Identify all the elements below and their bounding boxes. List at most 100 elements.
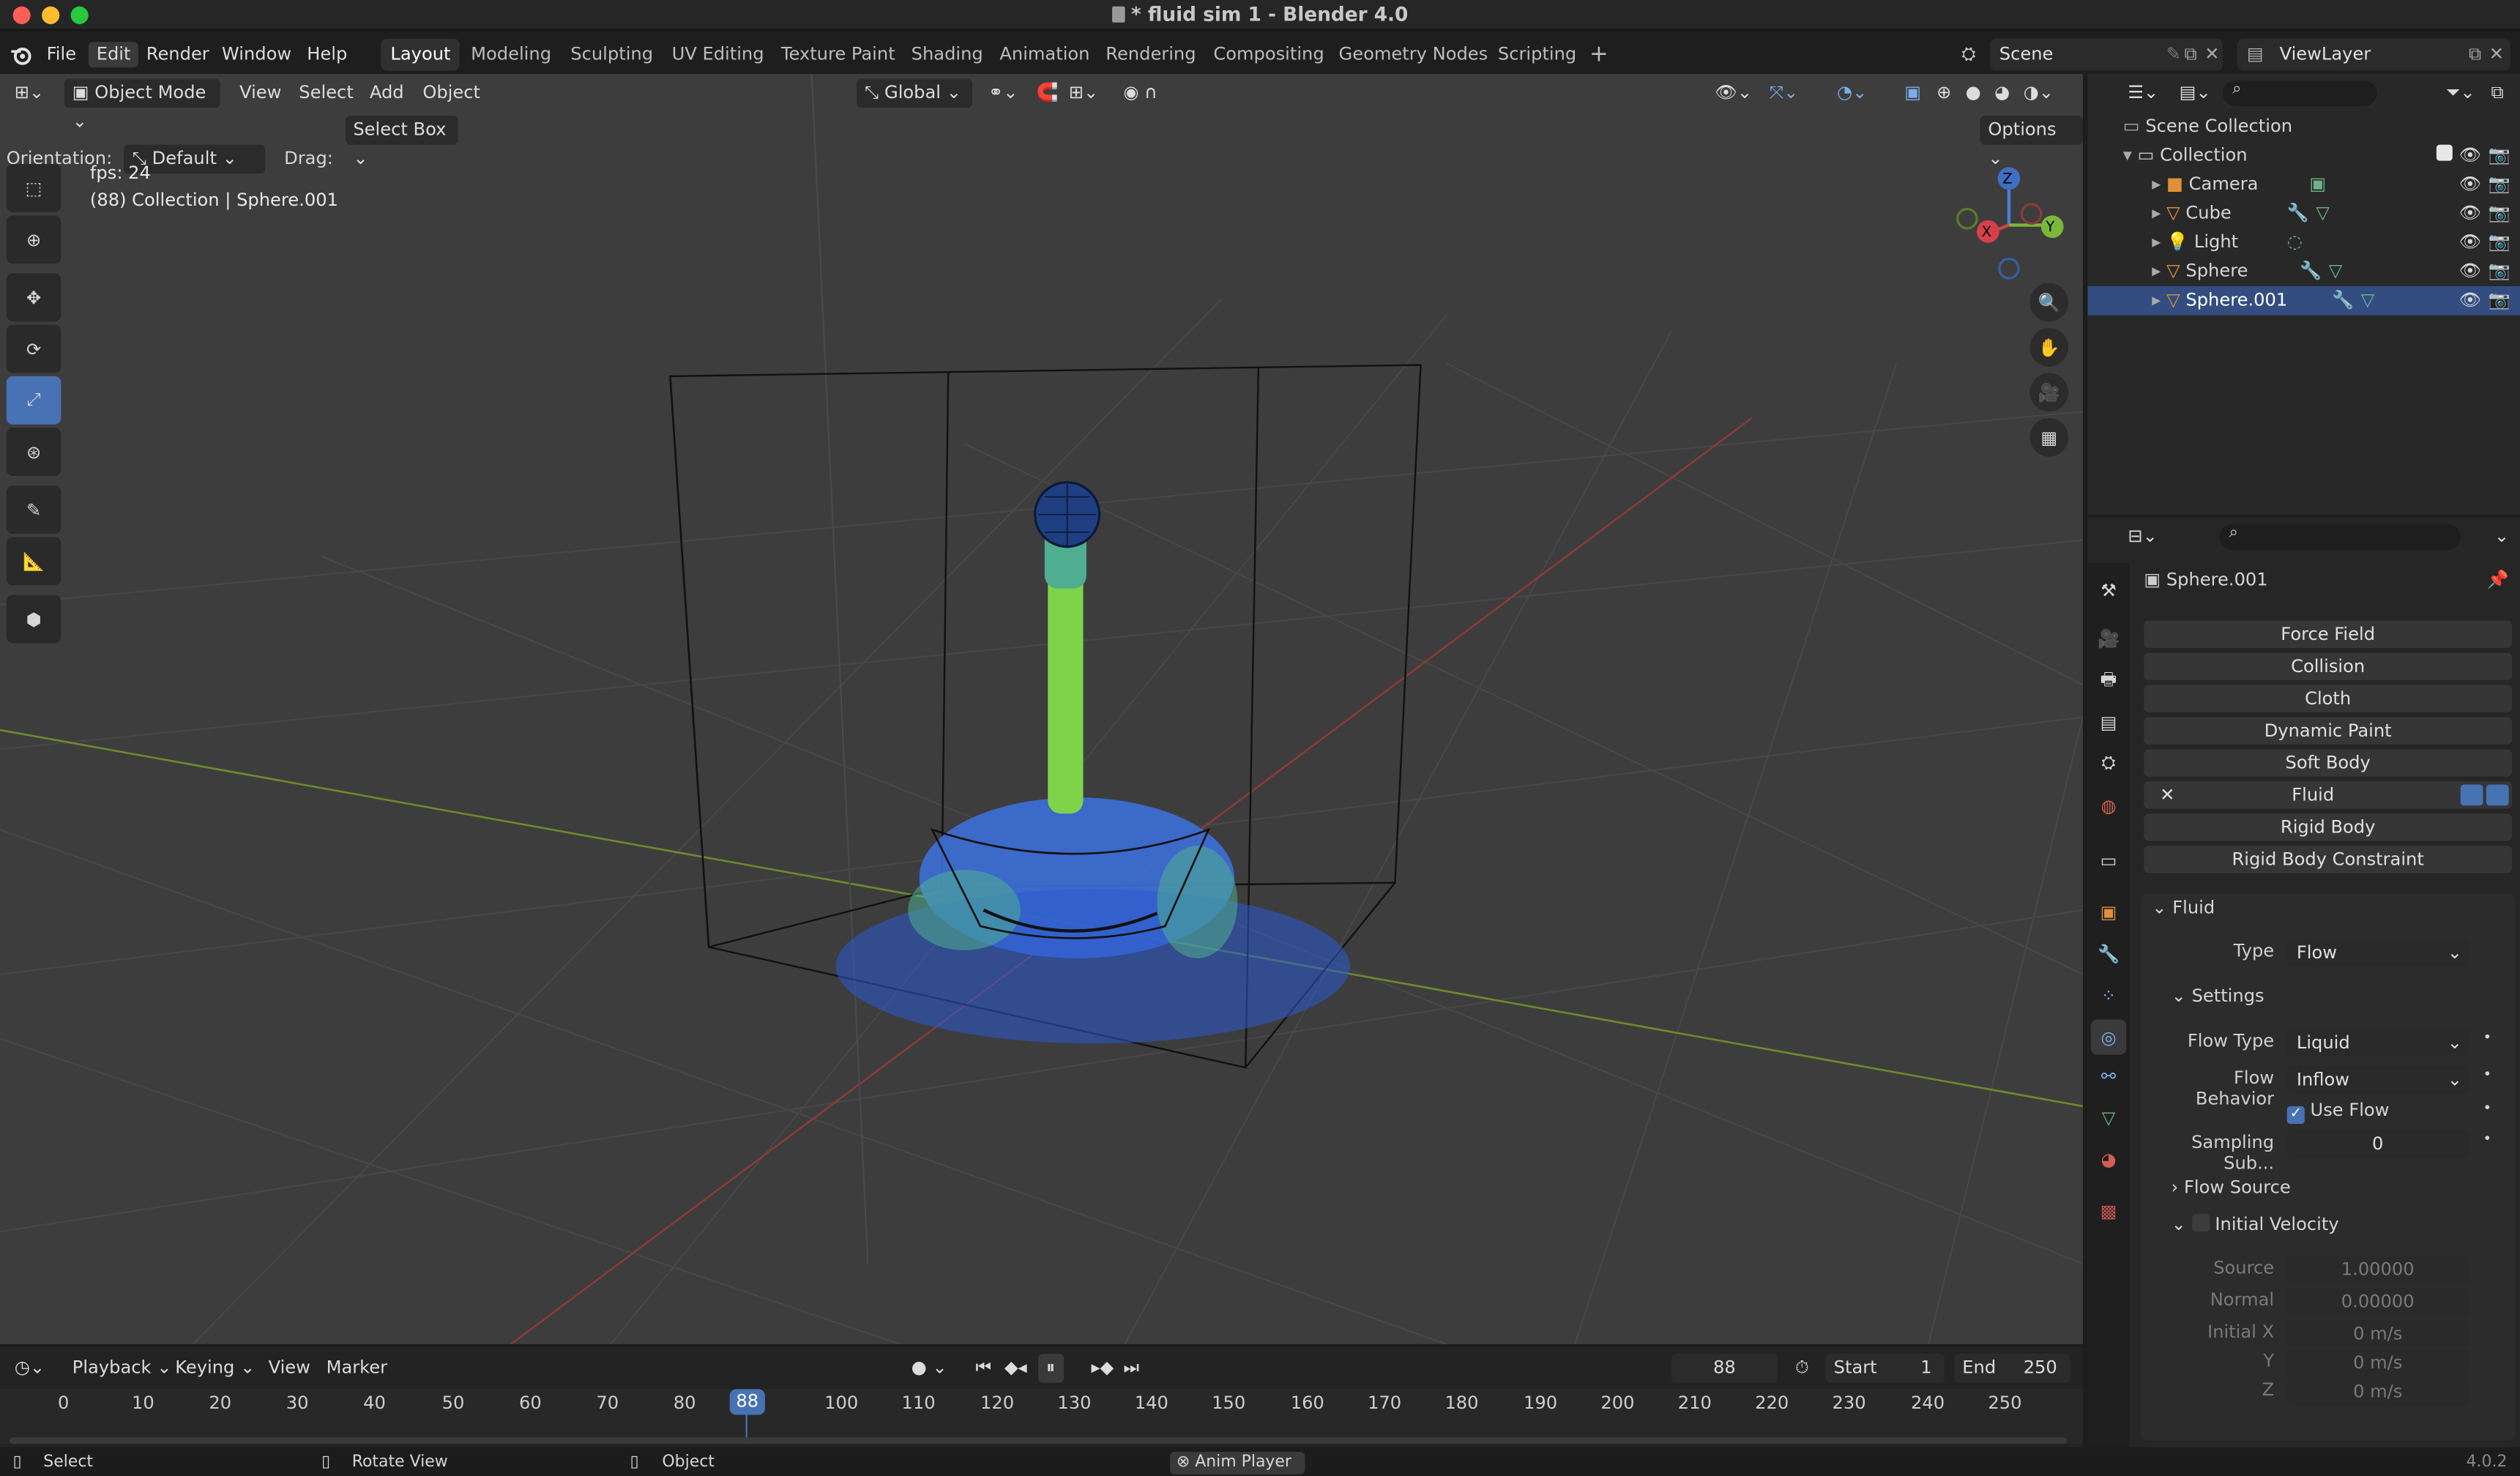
chevron-right-icon[interactable]: ▸ [2152,231,2161,253]
material-tab-icon[interactable]: ◕ [2094,1145,2123,1174]
add-workspace-icon[interactable]: + [1580,39,1618,71]
render-camera-icon[interactable]: 📷 [2489,199,2510,228]
outliner-row-scene-collection[interactable]: ▭ Scene Collection [2087,113,2519,142]
flow-source-subpanel-header[interactable]: › Flow Source [2172,1177,2291,1199]
annotate-tool[interactable]: ✎ [6,485,61,534]
menu-view[interactable]: View [231,79,289,108]
eye-icon[interactable]: 👁 [2459,141,2482,171]
shading-rendered-icon[interactable]: ◑⌄ [2016,79,2062,108]
scene-tab-icon[interactable]: ⛭ [2094,749,2123,778]
properties-editor-type-icon[interactable]: ⊟⌄ [2120,523,2165,552]
menu-file[interactable]: File [39,42,84,67]
tab-geometry-nodes[interactable]: Geometry Nodes [1329,39,1497,71]
particles-tab-icon[interactable]: ⁘ [2094,981,2123,1010]
new-scene-icon[interactable]: ⧉ [2185,39,2197,71]
rigid-body-constraint-button[interactable]: Rigid Body Constraint [2144,846,2513,873]
view-layer-tab-icon[interactable]: ▤ [2094,707,2123,737]
initial-z-field[interactable]: 0 m/s [2286,1378,2469,1406]
chevron-right-icon[interactable]: ▸ [2152,289,2161,310]
menu-timeline-view[interactable]: View [261,1354,318,1383]
anim-player-job[interactable]: ⊗ Anim Player [1170,1452,1305,1475]
viewport-scene[interactable]: Z Y X [0,74,2083,1344]
pan-button[interactable]: ✋ [2029,328,2069,367]
new-view-layer-icon[interactable]: ⧉ [2469,39,2481,71]
data-tab-icon[interactable]: ▽ [2094,1103,2123,1133]
remove-fluid-icon[interactable]: ✕ [2160,785,2174,806]
pause-icon[interactable]: ⏸ [1038,1354,1064,1383]
outliner-editor-type-icon[interactable]: ☰⌄ [2120,79,2166,108]
menu-help[interactable]: Help [299,42,355,67]
render-tab-icon[interactable]: 🎥 [2094,624,2123,653]
normal-field[interactable]: 0.00000 [2286,1288,2469,1316]
tab-scripting[interactable]: Scripting [1488,39,1587,71]
settings-subpanel-header[interactable]: ⌄ Settings [2172,985,2264,1007]
source-field[interactable]: 1.00000 [2286,1256,2469,1283]
keyframe-dot-icon[interactable]: • [2483,1101,2492,1117]
force-field-button[interactable]: Force Field [2144,620,2513,649]
flow-behavior-dropdown[interactable]: Inflow ⌄ [2286,1066,2469,1094]
menu-edit[interactable]: Edit [88,42,139,68]
menu-playback[interactable]: Playback ⌄ [64,1354,180,1383]
ortho-toggle-button[interactable]: ▦ [2029,417,2069,457]
mesh-data-icon[interactable]: ▽ [2316,199,2330,228]
new-collection-icon[interactable]: ⧉ [2483,79,2512,108]
sampling-field[interactable]: 0 [2286,1130,2469,1158]
render-camera-icon[interactable]: 📷 [2489,228,2510,258]
shading-material-icon[interactable]: ◕ [1986,79,2018,108]
tool-tab-icon[interactable]: ⚒ [2094,575,2123,605]
tab-uv-editing[interactable]: UV Editing [662,39,773,71]
scene-icon[interactable]: ⛭ [1948,42,1990,67]
menu-add[interactable]: Add [362,79,412,108]
mesh-data-icon[interactable]: ▽ [2329,257,2343,286]
eye-icon[interactable]: 👁 [2459,286,2482,316]
jump-to-start-icon[interactable]: ⏮ [967,1354,999,1383]
object-tab-icon[interactable]: ▣ [2094,897,2123,926]
render-camera-icon[interactable]: 📷 [2489,257,2510,286]
transform-orientation-dropdown[interactable]: ⤡ Global ⌄ [857,78,973,108]
modifier-tab-icon[interactable]: 🔧 [2094,939,2123,969]
transform-tool[interactable]: ⊛ [6,428,61,477]
menu-keying[interactable]: Keying ⌄ [167,1354,263,1383]
keyframe-dot-icon[interactable]: • [2483,1132,2492,1148]
initial-velocity-subpanel-header[interactable]: ⌄ Initial Velocity [2172,1214,2339,1235]
filter-icon[interactable]: ⏷⌄ [2438,79,2483,108]
output-tab-icon[interactable]: 🖶 [2094,666,2123,695]
current-frame-field[interactable]: 88 [1671,1354,1778,1383]
show-render-toggle[interactable] [2486,784,2509,806]
end-frame-field[interactable]: End 250 [1954,1354,2070,1383]
drag-dropdown[interactable]: Select Box ⌄ [345,116,458,169]
properties-search[interactable]: ⌕ [2219,523,2461,551]
menu-select[interactable]: Select [291,79,361,108]
tab-texture-paint[interactable]: Texture Paint [772,39,905,71]
light-data-icon[interactable]: ◌ [2287,228,2303,258]
move-tool[interactable]: ✥ [6,273,61,322]
tab-animation[interactable]: Animation [990,39,1099,71]
physics-tab-icon[interactable]: ◎ [2090,1019,2127,1055]
modifier-wrench-icon[interactable]: 🔧 [2300,257,2322,286]
pivot-point-icon[interactable]: ⚭⌄ [980,79,1026,108]
jump-to-prev-keyframe-icon[interactable]: ◆◂ [996,1354,1035,1383]
eye-icon[interactable]: 👁 [2459,171,2482,200]
mesh-data-icon[interactable]: ▽ [2361,286,2375,316]
record-keyframe-icon[interactable]: ● ⌄ [903,1354,955,1383]
camera-view-button[interactable]: 🎥 [2029,373,2069,412]
initial-x-field[interactable]: 0 m/s [2286,1319,2469,1348]
eye-icon[interactable]: 👁 [2459,199,2482,228]
outliner-row-collection[interactable]: ▾ ▭ Collection 👁 📷 [2087,141,2519,171]
scale-tool[interactable]: ⤢ [6,376,61,425]
collection-checkbox[interactable] [2436,144,2453,161]
outliner-row-cube[interactable]: ▸ ▽ Cube 🔧 ▽ 👁 📷 [2087,199,2519,228]
options-dropdown[interactable]: Options ⌄ [1980,116,2083,169]
eye-icon[interactable]: 👁 [2459,228,2482,258]
gizmo-toggle-icon[interactable]: ⤧⌄ [1762,79,1807,108]
menu-object[interactable]: Object [414,79,488,108]
pin-icon[interactable]: 📌 [2487,569,2509,590]
tab-compositing[interactable]: Compositing [1204,39,1334,71]
scene-field[interactable]: Scene ✎ ⧉ ✕ [1989,38,2223,71]
chevron-right-icon[interactable]: ▸ [2152,261,2161,282]
render-camera-icon[interactable]: 📷 [2489,141,2510,171]
menu-window[interactable]: Window [214,42,299,67]
select-box-tool[interactable]: ⬚ [6,164,61,212]
rigid-body-button[interactable]: Rigid Body [2144,813,2513,841]
show-viewport-toggle[interactable] [2460,784,2483,806]
